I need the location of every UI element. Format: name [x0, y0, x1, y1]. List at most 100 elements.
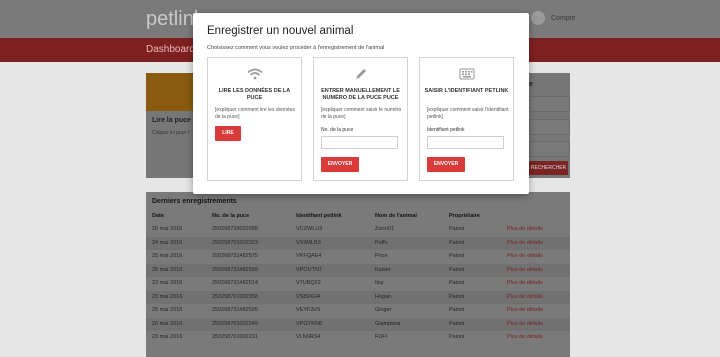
table-row: 20 mai 2016 250268739002095 VCZWLU3 Zorro01…: [146, 223, 570, 236]
row-chip-number: 250268731482599: [212, 266, 258, 273]
row-animal-name: Price: [375, 253, 388, 259]
row-animal-name: Ginger: [375, 307, 392, 313]
row-chip-number: 250258701002323: [212, 239, 258, 246]
row-owner: Paioni: [449, 253, 465, 259]
row-details-link[interactable]: Plus de détails: [507, 291, 543, 304]
read-chip-subtitle: Cliquez ici pour l: [152, 130, 189, 136]
table-row: 23 mai 2016 250258701002358 VS89XH4 Hogan Pa…: [146, 290, 570, 304]
petlink-id-option-card: SAISIR L'IDENTIFIANT PETLINK [expliquer …: [419, 57, 514, 181]
row-animal-name: Giampiera: [375, 320, 401, 327]
row-chip-number: 250268731482595: [212, 307, 258, 313]
row-date: 20 mai 2016: [152, 320, 183, 327]
search-input-3[interactable]: [529, 141, 570, 157]
header-petlink-id: Identifiant petlink: [296, 213, 342, 219]
row-chip-number: 250258701002358: [212, 293, 258, 300]
row-animal-name: Hogan: [375, 293, 392, 300]
read-chip-title: Lire la puce à: [152, 117, 197, 124]
search-panel-title: e: [529, 81, 533, 88]
row-details-link[interactable]: Plus de détails: [507, 277, 543, 290]
row-animal-name: Zorro01: [375, 226, 395, 232]
read-chip-tile[interactable]: [146, 73, 194, 111]
manual-chip-option-card: ENTRER MANUELLEMENT LE NUMÉRO DE LA PUCE…: [313, 57, 408, 181]
petlink-id-option-title: SAISIR L'IDENTIFIANT PETLINK: [424, 88, 509, 94]
search-input-1[interactable]: [529, 96, 570, 112]
row-details-link[interactable]: Plus de détails: [507, 331, 543, 344]
row-details-link[interactable]: Plus de détails: [507, 264, 543, 277]
modal-title: Enregistrer un nouvel animal: [207, 25, 354, 37]
row-details-link[interactable]: Plus de détails: [507, 237, 543, 250]
row-petlink-id: VPGYKN8: [296, 320, 322, 327]
user-avatar-icon: [531, 11, 545, 25]
row-owner: Paioni: [449, 226, 465, 232]
row-date: 24 mai 2016: [152, 239, 183, 246]
row-owner: Paioni: [449, 320, 465, 327]
recent-records-title: Derniers enregistrements: [152, 198, 237, 205]
row-petlink-id: VCZWLU3: [296, 226, 323, 232]
row-date: 23 mai 2016: [152, 280, 183, 286]
petlink-id-label: Identifiant petlink: [427, 127, 465, 133]
header-date: Date: [152, 213, 164, 219]
row-petlink-id: VPOUTN7: [296, 266, 322, 273]
manual-chip-option-title: ENTRER MANUELLEMENT LE NUMÉRO DE LA PUCE…: [321, 88, 400, 101]
row-petlink-id: VX9MLB3: [296, 239, 321, 246]
row-owner: Paioni: [449, 266, 465, 273]
chip-number-input[interactable]: [321, 136, 398, 149]
row-owner: Paioni: [449, 293, 465, 300]
petlink-id-option-description: [expliquer comment saisir l'identifiant …: [427, 107, 509, 120]
row-date: 25 mai 2016: [152, 307, 183, 313]
row-chip-number: 250258701002231: [212, 334, 258, 340]
header-animal-name: Nom de l'animal: [375, 213, 417, 219]
table-row: 25 mai 2016 250268731482599 VPOUTN7 Kaiser P…: [146, 263, 570, 277]
table-header: Date No. de la puce Identifiant petlink …: [146, 210, 570, 222]
row-chip-number: 250268731482514: [212, 280, 258, 286]
row-animal-name: Puffo: [375, 239, 388, 246]
row-animal-name: Itsy: [375, 280, 384, 286]
search-input-2[interactable]: [529, 119, 570, 135]
read-chip-option-description: [expliquer comment lire les données de l…: [215, 107, 296, 120]
modal-subtitle: Choisissez comment vous voulez procéder …: [207, 45, 385, 51]
table-row: 23 mai 2016 250268731482514 V7UBQ22 Itsy Pai…: [146, 277, 570, 290]
table-row: 23 mai 2016 250258701002231 VLN0RS4 FUFI Pai…: [146, 331, 570, 344]
row-petlink-id: VS89XH4: [296, 293, 321, 300]
petlink-id-input[interactable]: [427, 136, 504, 149]
page-title: Dashboard: [146, 44, 195, 55]
row-owner: Paioni: [449, 239, 465, 246]
read-chip-option-title: LIRE LES DONNÉES DE LA PUCE: [218, 88, 291, 101]
read-chip-option-card: LIRE LES DONNÉES DE LA PUCE [expliquer c…: [207, 57, 302, 181]
header-chip-number: No. de la puce: [212, 213, 250, 219]
pencil-icon: [314, 66, 407, 82]
row-owner: Paioni: [449, 280, 465, 286]
table-row: 25 mai 2016 250268731482595 VEYF3V9 Ginger P…: [146, 304, 570, 317]
row-details-link[interactable]: Plus de détails: [507, 250, 543, 263]
submit-petlink-id-button[interactable]: ENVOYER: [427, 157, 465, 172]
row-details-link[interactable]: Plus de détails: [507, 304, 543, 317]
row-petlink-id: VLN0RS4: [296, 334, 321, 340]
row-owner: Paioni: [449, 334, 465, 340]
table-row: 20 mai 2016 250258701002249 VPGYKN8 Giampie…: [146, 317, 570, 331]
row-date: 23 mai 2016: [152, 334, 183, 340]
read-chip-button[interactable]: LIRE: [215, 126, 241, 141]
account-menu[interactable]: Compte: [531, 11, 576, 25]
table-row: 24 mai 2016 250258701002323 VX9MLB3 Puffo Pa…: [146, 236, 570, 250]
manual-chip-option-description: [expliquer comment saisir le numéro de l…: [321, 107, 402, 120]
row-petlink-id: VEYF3V9: [296, 307, 321, 313]
row-owner: Paioni: [449, 307, 465, 313]
keyboard-icon: [420, 66, 513, 82]
row-animal-name: FUFI: [375, 334, 388, 340]
table-row: 25 mai 2016 250268731482575 VKFQAE4 Price Pa…: [146, 250, 570, 263]
search-button[interactable]: RECHERCHER: [529, 161, 568, 175]
row-date: 25 mai 2016: [152, 253, 183, 259]
row-date: 20 mai 2016: [152, 226, 183, 232]
account-label: Compte: [551, 14, 576, 22]
header-owner: Propriétaire: [449, 213, 480, 219]
chip-number-label: No. de la puce: [321, 127, 354, 133]
new-animal-modal: Enregistrer un nouvel animal Choisissez …: [193, 13, 529, 194]
submit-chip-number-button[interactable]: ENVOYER: [321, 157, 359, 172]
row-chip-number: 250268739002095: [212, 226, 258, 232]
wifi-icon: [208, 66, 301, 82]
row-date: 23 mai 2016: [152, 293, 183, 300]
row-chip-number: 250258701002249: [212, 320, 258, 327]
row-details-link[interactable]: Plus de détails: [507, 223, 543, 236]
row-animal-name: Kaiser: [375, 266, 391, 273]
row-details-link[interactable]: Plus de détails: [507, 318, 543, 331]
